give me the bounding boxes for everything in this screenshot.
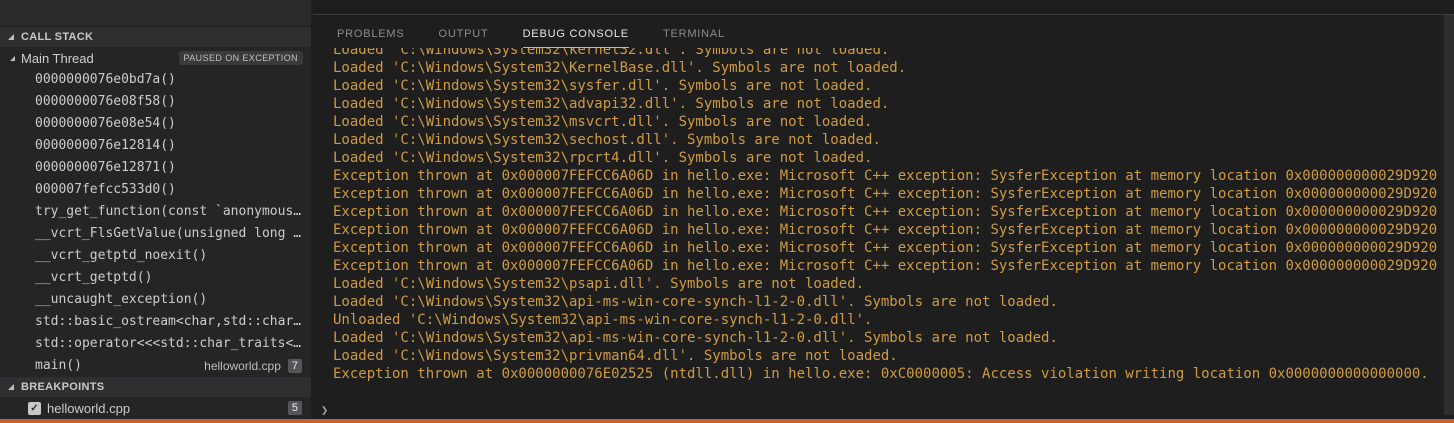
frame-name: main()	[35, 355, 82, 377]
frame-name: 000007fefcc533d0()	[35, 179, 176, 201]
chevron-right-icon: ❯	[321, 403, 328, 417]
console-line: Loaded 'C:\Windows\System32\advapi32.dll…	[333, 95, 1440, 113]
tab-terminal[interactable]: TERMINAL	[663, 15, 725, 48]
console-line: Exception thrown at 0x000007FEFCC6A06D i…	[333, 221, 1440, 239]
callstack-section-header[interactable]: CALL STACK	[0, 27, 311, 47]
stack-frame[interactable]: __vcrt_getptd_noexit()	[0, 245, 311, 267]
console-line: Loaded 'C:\Windows\System32\sysfer.dll'.…	[333, 77, 1440, 95]
frame-name: __vcrt_getptd_noexit()	[35, 245, 207, 267]
collapse-twisty-icon	[8, 384, 14, 390]
stack-frame[interactable]: 0000000076e12871()	[0, 157, 311, 179]
stack-frame[interactable]: __vcrt_FlsGetValue(unsigned long …	[0, 223, 311, 245]
callstack-frame-list: 0000000076e0bd7a() 0000000076e08f58() 00…	[0, 69, 311, 377]
console-line: Exception thrown at 0x000007FEFCC6A06D i…	[333, 167, 1440, 185]
console-line: Exception thrown at 0x000007FEFCC6A06D i…	[333, 239, 1440, 257]
stack-frame[interactable]: std::operator<<<std::char_traits<…	[0, 333, 311, 355]
console-line: Loaded 'C:\Windows\System32\api-ms-win-c…	[333, 293, 1440, 311]
breakpoint-file-label: helloworld.cpp	[47, 401, 288, 416]
console-line: Loaded 'C:\Windows\System32\api-ms-win-c…	[333, 329, 1440, 347]
stack-frame[interactable]: __vcrt_getptd()	[0, 267, 311, 289]
tab-output[interactable]: OUTPUT	[439, 15, 489, 48]
paused-on-exception-badge: PAUSED ON EXCEPTION	[179, 51, 303, 65]
thread-row-main[interactable]: Main Thread PAUSED ON EXCEPTION	[0, 47, 311, 69]
stack-frame[interactable]: 0000000076e08e54()	[0, 113, 311, 135]
frame-name: std::operator<<<std::char_traits<…	[35, 333, 301, 355]
frame-name: try_get_function(const `anonymous…	[35, 201, 301, 223]
frame-name: __vcrt_FlsGetValue(unsigned long …	[35, 223, 301, 245]
bottom-panel: Loaded 'C:\Windows\System32\kernel32.dll…	[311, 0, 1454, 419]
debug-console-output: Loaded 'C:\Windows\System32\kernel32.dll…	[333, 41, 1440, 383]
console-line: Exception thrown at 0x000007FEFCC6A06D i…	[333, 203, 1440, 221]
debug-sidebar: CALL STACK Main Thread PAUSED ON EXCEPTI…	[0, 0, 311, 419]
stack-frame[interactable]: 0000000076e12814()	[0, 135, 311, 157]
panel-top-border	[313, 14, 1454, 15]
console-line: Exception thrown at 0x000007FEFCC6A06D i…	[333, 185, 1440, 203]
panel-tabs-bar: PROBLEMS OUTPUT DEBUG CONSOLE TERMINAL	[311, 15, 1454, 48]
vscode-debug-view: CALL STACK Main Thread PAUSED ON EXCEPTI…	[0, 0, 1454, 423]
collapse-twisty-icon	[10, 56, 15, 61]
stack-frame[interactable]: 000007fefcc533d0()	[0, 179, 311, 201]
tab-problems[interactable]: PROBLEMS	[337, 15, 405, 48]
frame-name: 0000000076e12871()	[35, 157, 176, 179]
console-line: Loaded 'C:\Windows\System32\KernelBase.d…	[333, 59, 1440, 77]
console-line: Unloaded 'C:\Windows\System32\api-ms-win…	[333, 311, 1440, 329]
debug-statusbar-accent	[0, 419, 1454, 423]
stack-frame[interactable]: 0000000076e0bd7a()	[0, 69, 311, 91]
sidebar-empty-section	[0, 0, 311, 27]
frame-name: __uncaught_exception()	[35, 289, 207, 311]
console-line: Exception thrown at 0x0000000076E02525 (…	[333, 365, 1440, 383]
frame-file-label: helloworld.cpp	[204, 355, 281, 377]
breakpoints-section-header[interactable]: BREAKPOINTS	[0, 377, 311, 397]
stack-frame[interactable]: 0000000076e08f58()	[0, 91, 311, 113]
breakpoint-checkbox[interactable]: ✓	[28, 402, 41, 415]
breakpoint-line-badge: 5	[288, 401, 302, 415]
tab-debug-console[interactable]: DEBUG CONSOLE	[523, 15, 629, 48]
console-line: Loaded 'C:\Windows\System32\privman64.dl…	[333, 347, 1440, 365]
stack-frame[interactable]: __uncaught_exception()	[0, 289, 311, 311]
stack-frame[interactable]: std::basic_ostream<char,std::char…	[0, 311, 311, 333]
frame-name: 0000000076e12814()	[35, 135, 176, 157]
console-line: Loaded 'C:\Windows\System32\psapi.dll'. …	[333, 275, 1440, 293]
debug-console-input[interactable]: ❯	[321, 401, 328, 419]
stack-frame[interactable]: try_get_function(const `anonymous…	[0, 201, 311, 223]
console-line: Loaded 'C:\Windows\System32\rpcrt4.dll'.…	[333, 149, 1440, 167]
callstack-header-label: CALL STACK	[21, 31, 93, 43]
breakpoints-header-label: BREAKPOINTS	[21, 381, 104, 393]
collapse-twisty-icon	[8, 34, 14, 40]
thread-label: Main Thread	[21, 51, 179, 66]
frame-name: __vcrt_getptd()	[35, 267, 152, 289]
stack-frame-main[interactable]: main() helloworld.cpp 7	[0, 355, 311, 377]
breakpoint-row[interactable]: ✓ helloworld.cpp 5	[0, 397, 311, 419]
console-line: Exception thrown at 0x000007FEFCC6A06D i…	[333, 257, 1440, 275]
frame-name: 0000000076e08e54()	[35, 113, 176, 135]
frame-line-badge: 7	[288, 359, 302, 373]
console-line: Loaded 'C:\Windows\System32\msvcrt.dll'.…	[333, 113, 1440, 131]
console-line: Loaded 'C:\Windows\System32\sechost.dll'…	[333, 131, 1440, 149]
frame-name: 0000000076e08f58()	[35, 91, 176, 113]
console-scrollbar[interactable]	[1444, 15, 1454, 415]
frame-name: std::basic_ostream<char,std::char…	[35, 311, 301, 333]
frame-name: 0000000076e0bd7a()	[35, 69, 176, 91]
